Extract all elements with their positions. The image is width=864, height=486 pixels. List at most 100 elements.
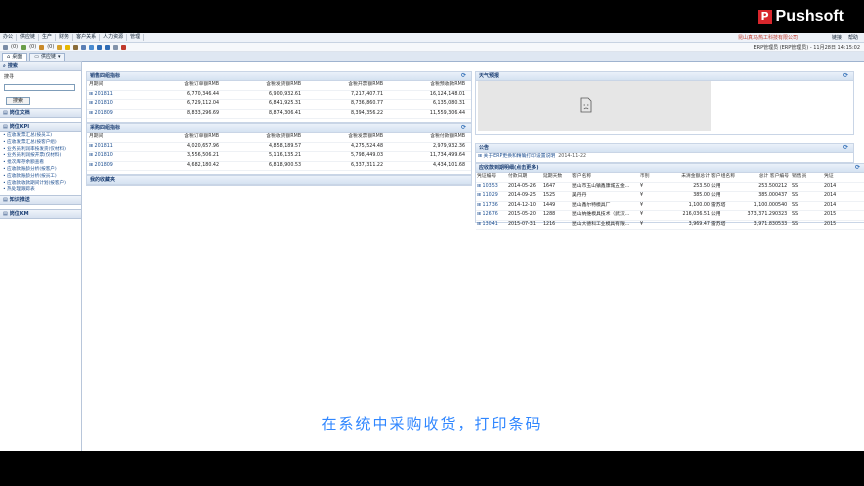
column-header: 含税发票额RMB xyxy=(348,134,383,139)
sidebar-kpi-header[interactable]: ▤ 岗位KPI xyxy=(0,122,81,132)
refresh-icon[interactable]: ⟳ xyxy=(843,144,848,152)
table-row[interactable]: ⊞ 201810 3,556,506.21 5,116,135.21 5,798… xyxy=(87,152,471,162)
menu-crm[interactable]: 客户关系 xyxy=(73,34,101,41)
weather-title: 天气预报 ⟳ xyxy=(476,72,853,81)
back-arrow-icon[interactable] xyxy=(97,44,103,50)
table-row[interactable]: ⊞ 13041 2015-07-31 1216 昆山大德科工业模具有限... ¥… xyxy=(476,221,864,230)
tab-desktop-label: 桌面 xyxy=(12,54,23,60)
message-count: (0) xyxy=(47,44,55,50)
refresh-icon[interactable]: ⟳ xyxy=(855,164,860,172)
column-header: 凭证编号 xyxy=(477,174,497,179)
column-header: 总计 客户编号 xyxy=(758,174,789,179)
search-icon: ⌕ xyxy=(3,63,6,69)
tab-supply-chain-label: 供应链 xyxy=(40,54,56,60)
notice-panel: 公告 ⟳ ⊞ 关于ERP更换和精确打印设置说明 2014-11-22 xyxy=(475,143,854,163)
document-icon: ▤ xyxy=(3,211,8,218)
column-header: 客户组名称 xyxy=(711,174,735,179)
chevron-down-icon: ▾ xyxy=(57,54,61,60)
search-input[interactable] xyxy=(4,84,75,91)
task-icon[interactable] xyxy=(21,44,27,50)
help-menu[interactable]: 帮助 xyxy=(848,34,858,41)
user-info: ERP管理员 (ERP管理员) - 11月28日 14:15:02 xyxy=(753,45,860,51)
menu-office[interactable]: 办公 xyxy=(0,34,18,41)
menu-finance[interactable]: 财务 xyxy=(56,34,74,41)
document-icon: ▤ xyxy=(3,110,8,116)
sales-kpi-panel: 销售四组指标 ⟳ 月期间 含税订单额RMB 含税发货额RMB 含税开票额RMB 含… xyxy=(86,71,472,123)
home-icon[interactable] xyxy=(57,44,63,50)
column-header: 币别 xyxy=(640,174,650,179)
print-icon[interactable] xyxy=(113,44,119,50)
sidebar-knowledge-header[interactable]: ▤ 知识推送 xyxy=(0,195,81,206)
notes-icon[interactable] xyxy=(73,44,79,50)
weather-panel: 天气预报 ⟳ xyxy=(475,71,854,135)
refresh-icon[interactable]: ⟳ xyxy=(843,72,848,80)
tab-desktop[interactable]: ⌂ 桌面 xyxy=(2,53,28,61)
sales-kpi-title: 销售四组指标 ⟳ xyxy=(87,72,471,81)
column-header: 延期天数 xyxy=(543,174,563,179)
table-row[interactable]: ⊞ 201810 6,729,112.04 6,841,925.31 8,736… xyxy=(87,100,471,110)
forward-arrow-icon[interactable] xyxy=(105,44,111,50)
search-button[interactable]: 搜索 xyxy=(6,97,30,105)
table-row[interactable]: ⊞ 201811 4,020,657.96 4,858,189.57 4,275… xyxy=(87,143,471,152)
sidebar-docs-header[interactable]: ▤ 岗位文档 xyxy=(0,108,81,118)
sidebar: ⌕ 搜索 搜寻 搜索 ▤ 岗位文档 ▤ 岗位KPI • 应收发票汇总(按员工) … xyxy=(0,61,82,451)
sidebar-km-header[interactable]: ▤ 岗位KM xyxy=(0,209,81,220)
kpi-link[interactable]: • 应收款账龄分析(按员工) xyxy=(3,174,81,181)
mail-icon[interactable] xyxy=(3,44,8,50)
purchase-kpi-title: 采购四组指标 ⟳ xyxy=(87,124,471,133)
menu-supply-chain[interactable]: 供应链 xyxy=(17,34,40,41)
menu-production[interactable]: 生产 xyxy=(39,34,57,41)
table-row[interactable]: ⊞ 12676 2015-05-20 1288 昆山纳维模具技术（武汉... ¥… xyxy=(476,211,864,221)
home-icon: ⌂ xyxy=(7,54,11,60)
chat-icon[interactable] xyxy=(89,44,95,50)
kpi-link[interactable]: • 应收款账龄分析(按客户) xyxy=(3,167,81,174)
kpi-link[interactable]: • 批次库存余额查看 xyxy=(3,160,81,167)
column-header: 未清金额总计 xyxy=(681,174,710,179)
favorite-icon[interactable] xyxy=(65,44,71,50)
notice-item[interactable]: ⊞ 关于ERP更换和精确打印设置说明 2014-11-22 xyxy=(476,153,853,161)
due-header-row: 凭证编号 付款日期 延期天数 客户名称 币别 未清金额总计 客户组名称 总计 客… xyxy=(476,173,864,183)
video-caption: 在系统中采购收货，打印条码 xyxy=(321,415,543,433)
message-icon[interactable] xyxy=(39,44,45,50)
column-header: 客户名称 xyxy=(572,174,592,179)
main-menu: 办公 供应链 生产 财务 客户关系 人力资源 管理 昆山真马热工科技有限公司 链… xyxy=(0,33,864,43)
video-top-bar: P Pushsoft xyxy=(0,0,864,33)
column-header: 含税付款额RMB xyxy=(430,134,465,139)
calendar-icon[interactable] xyxy=(81,44,87,50)
table-row[interactable]: ⊞ 201811 6,770,346.44 6,900,932.61 7,217… xyxy=(87,91,471,100)
sidebar-search-title: 搜索 xyxy=(7,63,18,69)
due-receivables-title[interactable]: 应收款到期明细(点击更多) ⟳ xyxy=(476,164,864,173)
column-header: 含税收货额RMB xyxy=(266,134,301,139)
table-row[interactable]: ⊞ 11029 2014-09-25 1525 吴丹丹 ¥ 385.00 公用 … xyxy=(476,192,864,202)
menu-admin[interactable]: 管理 xyxy=(127,34,145,41)
link-menu[interactable]: 链接 xyxy=(832,34,842,41)
table-row[interactable]: ⊞ 10353 2014-05-26 1647 昆山市玉山镇鑫康城五金... ¥… xyxy=(476,183,864,192)
table-row[interactable]: ⊞ 201809 8,833,296.69 8,874,306.41 8,394… xyxy=(87,110,471,119)
refresh-icon[interactable]: ⟳ xyxy=(461,72,466,80)
column-header: 含税开票额RMB xyxy=(348,82,383,87)
kpi-link[interactable]: • 应收发票汇总(按员工) xyxy=(3,133,81,140)
sidebar-search-header[interactable]: ⌕ 搜索 xyxy=(0,61,81,71)
kpi-link[interactable]: • 应收发票汇总(按客户组) xyxy=(3,140,81,147)
logout-icon[interactable] xyxy=(121,44,127,50)
menu-hr[interactable]: 人力资源 xyxy=(100,34,128,41)
table-row[interactable]: ⊞ 201809 4,682,180.42 6,818,900.53 6,337… xyxy=(87,162,471,171)
kpi-link[interactable]: • 热处理跟踪表 xyxy=(3,187,81,194)
page-icon: ▭ xyxy=(34,54,39,60)
sidebar-docs-title: 岗位文档 xyxy=(9,110,30,116)
company-name: 昆山真马热工科技有限公司 xyxy=(737,35,798,41)
table-row[interactable]: ⊞ 11736 2014-12-10 1449 昆山鑫尔特模具厂 ¥ 1,100… xyxy=(476,202,864,211)
column-header: 含税订单额RMB xyxy=(184,82,219,87)
weather-image-placeholder xyxy=(478,81,711,131)
erp-window: 办公 供应链 生产 财务 客户关系 人力资源 管理 昆山真马热工科技有限公司 链… xyxy=(0,33,864,451)
due-receivables-panel: 应收款到期明细(点击更多) ⟳ 凭证编号 付款日期 延期天数 客户名称 币别 未清… xyxy=(475,163,864,230)
document-icon: ▤ xyxy=(3,197,8,204)
broken-image-icon xyxy=(580,97,592,113)
sales-header-row: 月期间 含税订单额RMB 含税发货额RMB 含税开票额RMB 含税预收款RMB xyxy=(87,81,471,91)
column-header: 销售员 xyxy=(792,174,807,179)
column-header: 月期间 xyxy=(89,134,104,139)
task-count: (0) xyxy=(29,44,37,50)
tab-supply-chain[interactable]: ▭ 供应链 ▾ xyxy=(29,53,66,61)
notice-title: 公告 ⟳ xyxy=(476,144,853,153)
refresh-icon[interactable]: ⟳ xyxy=(461,124,466,132)
